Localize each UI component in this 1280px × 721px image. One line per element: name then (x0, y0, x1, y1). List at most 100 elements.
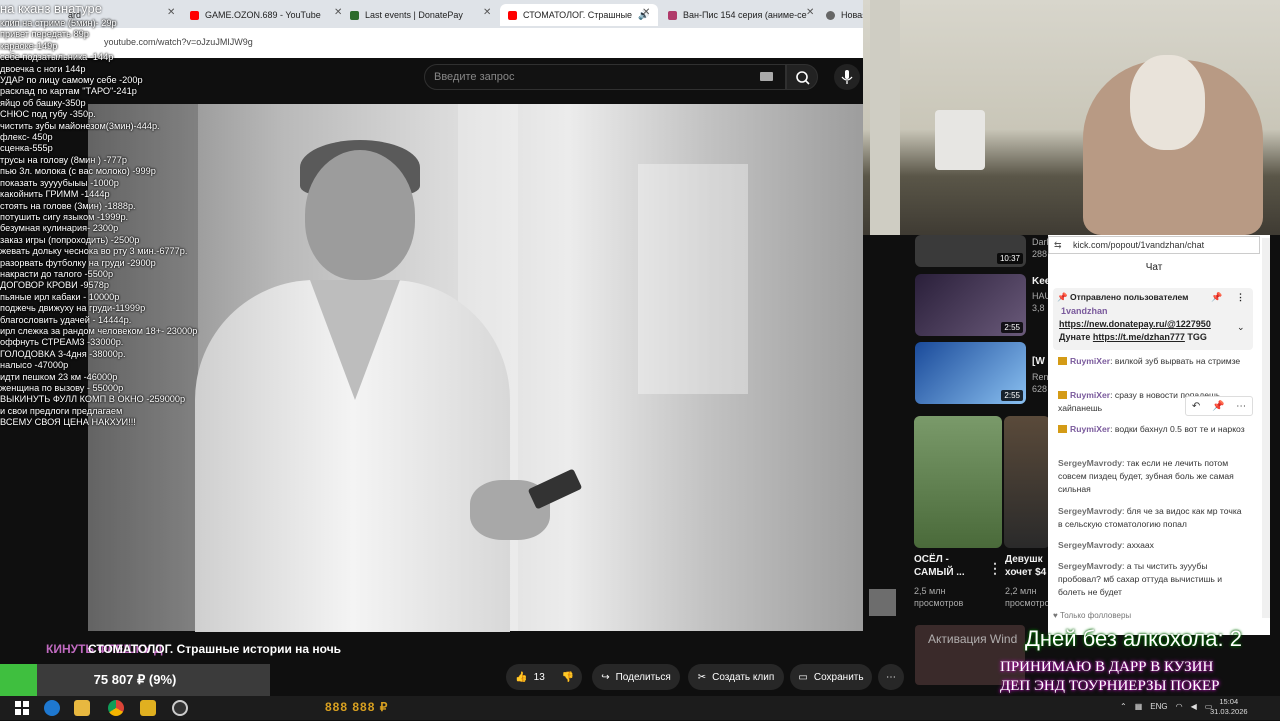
price-list: клип на стриме (5мин)- 29р привет передат… (0, 18, 220, 429)
more-actions-button[interactable]: ⋯ (878, 664, 904, 690)
pinned-menu-icon[interactable]: ⋮ (1236, 292, 1245, 303)
price-list-item: ГОЛОДОВКА 3-4дня -38000р. (0, 348, 126, 359)
dislike-button[interactable]: 👎 (554, 664, 582, 690)
price-list-item: поджечь движуху на груди-11999р (0, 303, 146, 314)
price-list-item: СНЮС под губу -350р. (0, 109, 96, 120)
save-label: Сохранить (813, 671, 864, 683)
network-icon: ▦ (1134, 702, 1143, 711)
price-list-item: караоке-149р (0, 40, 58, 51)
price-list-item: ирл слежка за рандом человеком 18+- 2300… (0, 325, 198, 336)
edge-icon[interactable] (44, 700, 60, 716)
tab-donatepay[interactable]: Last events | DonatePay (342, 4, 490, 26)
webcam-background (870, 0, 900, 235)
price-list-item: безумная кулинария- 2300р (0, 223, 119, 234)
video-thumbnail[interactable]: 2:55 (915, 342, 1026, 404)
save-button[interactable]: ▭ Сохранить (790, 664, 872, 690)
file-explorer-icon[interactable] (74, 700, 90, 716)
tab-new[interactable]: Новая (818, 4, 868, 26)
video-thumbnail[interactable]: 10:37 (915, 235, 1026, 267)
windows-start-icon[interactable] (14, 700, 30, 716)
bookmark-icon: ▭ (798, 671, 808, 683)
search-input[interactable]: Введите запрос (424, 64, 786, 90)
search-button[interactable] (786, 64, 818, 90)
donation-goal-text: 75 807 ₽ (9%) (93, 672, 177, 687)
system-tray[interactable]: ⌃ ▦ ENG ◠ ◀ ▭ (1120, 702, 1212, 711)
chrome-icon[interactable] (108, 700, 124, 716)
pinned-link-donatepay[interactable]: https://new.donatepay.ru/@1227950 (1059, 319, 1211, 329)
price-list-item: привет передать 89р (0, 29, 89, 40)
tab-stomatolog[interactable]: СТОМАТОЛОГ. Страшные 🔊 (500, 4, 658, 26)
video-title: СТОМАТОЛОГ. Страшные истории на ночь (88, 642, 342, 656)
video-thumbnail[interactable]: 2:55 (915, 274, 1026, 336)
anime-site-icon (668, 10, 677, 20)
webcam-microphone (935, 110, 985, 170)
chat-scrollbar[interactable] (1262, 238, 1270, 618)
time: 15:04 (1219, 697, 1239, 706)
like-count: 13 (533, 671, 545, 683)
page-scrollbar[interactable] (1270, 235, 1280, 655)
channel-watermark[interactable] (869, 589, 896, 616)
video-duration: 2:55 (1001, 390, 1023, 401)
close-tab-icon[interactable]: ✕ (642, 7, 650, 18)
view-count: 628 (1032, 384, 1048, 394)
reply-icon[interactable]: ↶ (1192, 401, 1200, 412)
mic-button[interactable] (834, 64, 860, 90)
webcam-streamer-head (1130, 55, 1205, 150)
price-list-item: ВСЕМУ СВОЯ ЦЕНА НАКХУИ!!! (0, 417, 136, 428)
video-duration: 2:55 (1001, 322, 1023, 333)
price-list-item: показать зуууубыыы -1000р (0, 177, 119, 188)
short-thumbnail[interactable] (914, 416, 1002, 548)
app-icon[interactable] (140, 700, 156, 716)
chevron-down-icon[interactable]: ⌄ (1237, 322, 1245, 333)
overlay-title: на кханз внатуре (0, 1, 102, 16)
pin-icon[interactable]: 📌 (1211, 292, 1222, 303)
price-list-item: пьяные ирл кабаки - 10000р (0, 291, 120, 302)
more-icon[interactable]: ⋯ (1236, 401, 1246, 412)
crown-badge-icon (1058, 425, 1067, 433)
close-tab-icon[interactable]: ✕ (806, 7, 814, 18)
page-settings-icon[interactable]: ⇆ (1054, 240, 1062, 251)
chat-message: SergeyMavrody: бля че за видос как мр то… (1058, 506, 1242, 529)
short-title[interactable]: Девушк хочет $4 (1005, 553, 1050, 579)
view-count: 2,5 млн (914, 586, 946, 596)
close-tab-icon[interactable]: ✕ (483, 7, 491, 18)
pinned-user[interactable]: 1vandzhan (1061, 306, 1108, 316)
thumbs-up-icon: 👍 (515, 671, 528, 683)
close-tab-icon[interactable]: ✕ (167, 7, 175, 18)
chat-message: SergeyMavrody: аххаах (1058, 540, 1154, 550)
date: 31.03.2026 (1210, 707, 1248, 716)
short-title[interactable]: ОСЁЛ - САМЫЙ ... (914, 553, 984, 579)
clock[interactable]: 15:04 31.03.2026 (1210, 697, 1248, 717)
keyboard-icon[interactable] (760, 72, 773, 81)
price-list-item: клип на стриме (5мин)- 29р (0, 18, 117, 28)
price-list-item: себе подзатыльника -144р (0, 52, 114, 63)
view-count: 3,8 (1032, 303, 1045, 313)
pinned-message: 📌 Отправлено пользователем 📌 ⋮ 1vandzhan… (1053, 288, 1253, 350)
price-list-item: УДАР по лицу самому себе -200р (0, 75, 143, 86)
chevron-up-icon: ⌃ (1120, 702, 1127, 711)
share-button[interactable]: ↪ Поделиться (592, 664, 680, 690)
create-clip-button[interactable]: ✂ Создать клип (688, 664, 784, 690)
donatepay-icon (350, 10, 359, 20)
tab-label: Ван-Пис 154 серия (аниме-се (683, 10, 807, 20)
crown-badge-icon (1058, 391, 1067, 399)
pinned-label: 📌 Отправлено пользователем (1057, 292, 1189, 302)
obs-icon[interactable] (172, 700, 188, 716)
views-label: просмотров (1005, 598, 1055, 608)
price-list-item: потушить сигу языком -1999р. (0, 211, 129, 222)
tab-one-piece[interactable]: Ван-Пис 154 серия (аниме-се (660, 4, 810, 26)
pin-icon[interactable]: 📌 (1212, 401, 1224, 412)
price-list-item: флекс- 450р (0, 132, 53, 143)
overlay-banner-line: ПРИНИМАЮ В ДАРР В КУЗИН (1000, 659, 1214, 675)
scissors-icon: ✂ (697, 671, 707, 683)
video-title[interactable]: [W (1032, 355, 1045, 368)
short-thumbnail[interactable] (1004, 416, 1050, 548)
pinned-link-telegram[interactable]: https://t.me/dzhan777 (1093, 332, 1185, 342)
price-list-item: какойнить ГРИММ -1444р (0, 189, 110, 200)
chat-url-bar[interactable]: kick.com/popout/1vandzhan/chat (1048, 236, 1260, 254)
like-button[interactable]: 👍 13 (506, 664, 554, 690)
money-counter: 888 888 ₽ (325, 700, 389, 714)
clip-label: Создать клип (712, 671, 775, 683)
volume-icon: ◀ (1190, 702, 1197, 711)
short-menu-icon[interactable]: ⋮ (988, 561, 1002, 575)
